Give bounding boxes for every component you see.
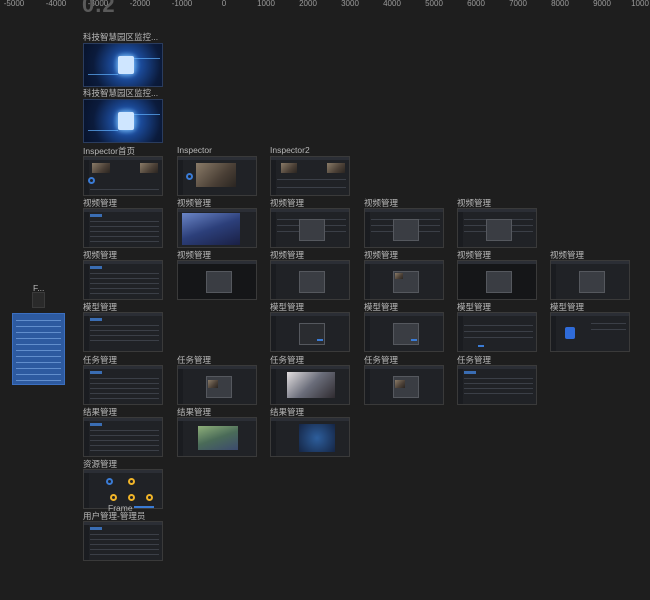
frame-inspector-home[interactable]	[83, 156, 163, 196]
frame-result[interactable]	[83, 417, 163, 457]
ruler-tick: 6000	[467, 0, 485, 8]
page-title: 0.2	[82, 0, 116, 17]
frame-inspector[interactable]	[177, 156, 257, 196]
ruler-tick: 4000	[383, 0, 401, 8]
frame-video[interactable]	[364, 208, 444, 248]
ruler-tick: -1000	[171, 0, 193, 8]
ruler-tick: 0	[221, 0, 227, 8]
frame-video[interactable]	[177, 260, 257, 300]
ruler-tick: -4000	[45, 0, 67, 8]
ruler-tick: 1000	[257, 0, 275, 8]
frame-video[interactable]	[364, 260, 444, 300]
frame-video[interactable]	[177, 208, 257, 248]
frame-video[interactable]	[270, 208, 350, 248]
frame-hero-1[interactable]	[83, 43, 163, 87]
ruler-tick: 8000	[551, 0, 569, 8]
frame-label-inspector[interactable]: Inspector	[177, 145, 212, 155]
ruler-tick: 9000	[593, 0, 611, 8]
frame-result[interactable]	[270, 417, 350, 457]
frame-hero-2[interactable]	[83, 99, 163, 143]
frame-task[interactable]	[457, 365, 537, 405]
frame-task[interactable]	[364, 365, 444, 405]
frame-model[interactable]	[270, 312, 350, 352]
ruler-tick: 2000	[299, 0, 317, 8]
frame-result[interactable]	[177, 417, 257, 457]
frame-inspector-2[interactable]	[270, 156, 350, 196]
frame-video[interactable]	[270, 260, 350, 300]
frame-video[interactable]	[457, 260, 537, 300]
frame-task[interactable]	[83, 365, 163, 405]
frame-video[interactable]	[550, 260, 630, 300]
frame-label-inspector-2[interactable]: Inspector2	[270, 145, 310, 155]
ruler-tick: -5000	[3, 0, 25, 8]
frame-model[interactable]	[83, 312, 163, 352]
frame-label-hero-1[interactable]: 科技智慧园区监控...	[83, 31, 158, 43]
frame-model[interactable]	[457, 312, 537, 352]
small-frame[interactable]	[32, 292, 45, 308]
frame-model[interactable]	[550, 312, 630, 352]
frame-task[interactable]	[177, 365, 257, 405]
ruler-tick: -2000	[129, 0, 151, 8]
side-frame-thumbnail[interactable]	[12, 313, 65, 385]
frame-label-hero-2[interactable]: 科技智慧园区监控...	[83, 87, 158, 99]
frame-model[interactable]	[364, 312, 444, 352]
frame-video[interactable]	[83, 260, 163, 300]
ruler-tick: 7000	[509, 0, 527, 8]
frame-user-admin[interactable]	[83, 521, 163, 561]
frame-task[interactable]	[270, 365, 350, 405]
frame-video[interactable]	[457, 208, 537, 248]
ruler-tick: 3000	[341, 0, 359, 8]
ruler-tick: 1000	[631, 0, 649, 8]
frame-video[interactable]	[83, 208, 163, 248]
ruler-tick: 5000	[425, 0, 443, 8]
